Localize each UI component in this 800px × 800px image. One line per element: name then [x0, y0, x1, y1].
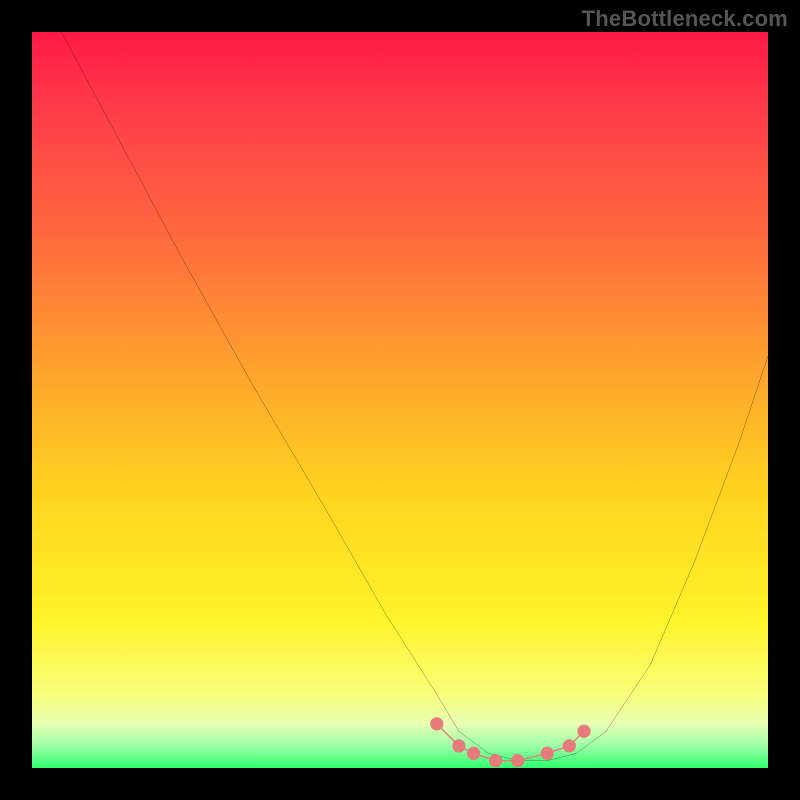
highlight-dot [511, 754, 524, 767]
highlight-dot [577, 725, 590, 738]
curve-highlight-dots [430, 717, 590, 767]
highlight-dot [467, 747, 480, 760]
chart-frame: TheBottleneck.com [0, 0, 800, 800]
highlight-dot [452, 739, 465, 752]
plot-area [32, 32, 768, 768]
highlight-dot [563, 739, 576, 752]
curve-line [61, 32, 768, 761]
highlight-dot [541, 747, 554, 760]
line-chart-svg [32, 32, 768, 768]
watermark-text: TheBottleneck.com [582, 6, 788, 32]
highlight-dot [430, 717, 443, 730]
highlight-dot [489, 754, 502, 767]
